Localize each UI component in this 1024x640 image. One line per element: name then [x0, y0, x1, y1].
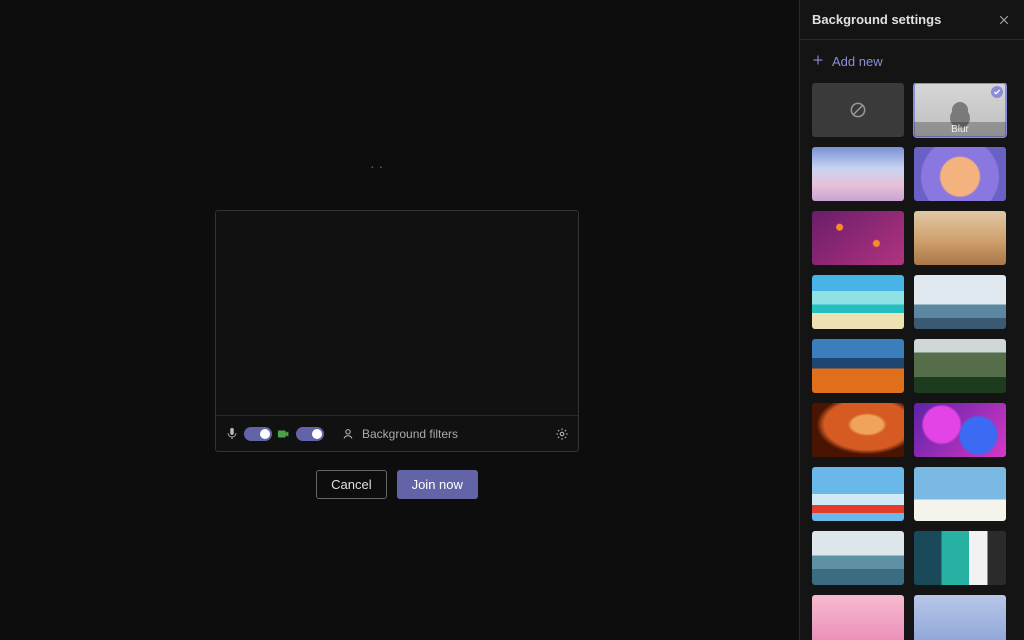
- background-option-cozy[interactable]: [914, 211, 1006, 265]
- main-stage: · · Background filters Cancel: [0, 0, 799, 640]
- background-option-winter[interactable]: [812, 147, 904, 201]
- join-now-button[interactable]: Join now: [397, 470, 478, 499]
- add-new-button[interactable]: Add new: [800, 40, 1024, 83]
- camera-toggle[interactable]: [296, 427, 324, 441]
- person-blur-icon: [340, 426, 356, 442]
- video-preview: Background filters: [215, 210, 579, 452]
- camera-icon: [276, 426, 292, 442]
- mic-toggle[interactable]: [244, 427, 272, 441]
- cancel-button[interactable]: Cancel: [316, 470, 386, 499]
- background-option-pink[interactable]: [812, 595, 904, 640]
- plus-icon: [812, 54, 824, 69]
- background-option-canyon-red[interactable]: [812, 403, 904, 457]
- background-option-office[interactable]: [914, 531, 1006, 585]
- settings-gear-icon[interactable]: [554, 426, 570, 442]
- background-option-blur[interactable]: Blur: [914, 83, 1006, 137]
- background-grid: Blur: [812, 83, 1016, 640]
- background-option-sky[interactable]: [914, 467, 1006, 521]
- add-new-label: Add new: [832, 54, 883, 69]
- filters-label: Background filters: [362, 427, 458, 441]
- none-icon: [848, 100, 868, 120]
- panel-header: Background settings: [800, 0, 1024, 40]
- background-option-blue[interactable]: [914, 595, 1006, 640]
- background-option-label: Blur: [914, 122, 1006, 137]
- mic-icon: [224, 426, 240, 442]
- preview-video-area: [216, 211, 578, 415]
- close-icon[interactable]: [996, 12, 1012, 28]
- background-option-plane[interactable]: [812, 467, 904, 521]
- background-grid-scroll[interactable]: Blur: [800, 83, 1024, 640]
- background-option-confetti[interactable]: [812, 211, 904, 265]
- selected-check-icon: [991, 86, 1003, 98]
- preview-toolbar: Background filters: [216, 415, 578, 451]
- background-settings-panel: Background settings Add new Blur: [799, 0, 1024, 640]
- background-option-coast[interactable]: [914, 275, 1006, 329]
- background-option-ocean[interactable]: [812, 531, 904, 585]
- action-buttons: Cancel Join now: [215, 470, 579, 499]
- background-option-canyon-orange[interactable]: [812, 339, 904, 393]
- background-option-valley[interactable]: [914, 339, 1006, 393]
- background-option-beach[interactable]: [812, 275, 904, 329]
- background-filters-button[interactable]: Background filters: [334, 424, 464, 444]
- background-option-nebula[interactable]: [914, 403, 1006, 457]
- background-option-none[interactable]: [812, 83, 904, 137]
- waiting-indicator: · ·: [370, 158, 383, 174]
- panel-title: Background settings: [812, 12, 941, 27]
- avatar-icon: [952, 102, 968, 118]
- background-option-bauble[interactable]: [914, 147, 1006, 201]
